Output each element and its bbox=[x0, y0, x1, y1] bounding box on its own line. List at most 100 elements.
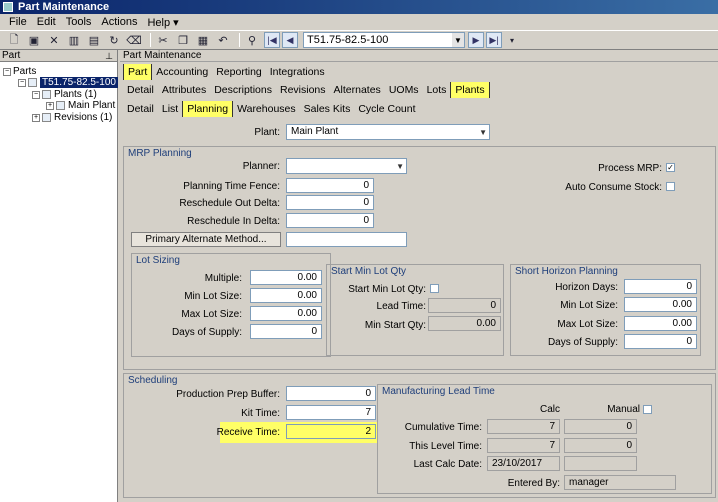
tab-reporting[interactable]: Reporting bbox=[212, 64, 266, 80]
search-icon[interactable]: ⚲ bbox=[244, 32, 260, 48]
lot-multiple-input[interactable]: 0.00 bbox=[250, 270, 322, 285]
toolbar-separator bbox=[150, 33, 151, 47]
manufacturing-lead-time-title: Manufacturing Lead Time bbox=[382, 386, 495, 397]
this-level-time-calc: 7 bbox=[487, 438, 560, 453]
cut-icon[interactable]: ✂ bbox=[155, 32, 171, 48]
tab-plant-detail[interactable]: Detail bbox=[123, 101, 158, 117]
last-record-icon[interactable]: ▶| bbox=[486, 32, 502, 48]
primary-alternate-method-button[interactable]: Primary Alternate Method... bbox=[131, 232, 281, 247]
planner-label: Planner: bbox=[242, 161, 280, 172]
delete-icon[interactable]: ✕ bbox=[46, 32, 62, 48]
tab-part[interactable]: Part bbox=[123, 64, 153, 80]
tab-uoms[interactable]: UOMs bbox=[385, 82, 423, 98]
collapse-icon[interactable]: − bbox=[32, 90, 40, 99]
planning-time-fence-input[interactable]: 0 bbox=[286, 178, 374, 193]
menu-help[interactable]: Help ▾ bbox=[142, 16, 183, 29]
lot-multiple-label: Multiple: bbox=[204, 273, 242, 284]
book-icon[interactable]: ▥ bbox=[66, 32, 82, 48]
toolbar-overflow-icon[interactable]: ▾ bbox=[504, 32, 520, 48]
lot-days-supply-input[interactable]: 0 bbox=[250, 324, 322, 339]
menu-help-label: Help bbox=[147, 16, 171, 29]
tab-plant-list[interactable]: List bbox=[158, 101, 182, 117]
planner-select[interactable]: ▼ bbox=[286, 158, 407, 174]
collapse-icon[interactable]: − bbox=[18, 78, 26, 87]
tab-lots[interactable]: Lots bbox=[423, 82, 451, 98]
short-max-lot-input[interactable]: 0.00 bbox=[624, 316, 697, 331]
menu-actions[interactable]: Actions bbox=[96, 16, 142, 28]
tab-row-part: Detail Attributes Descriptions Revisions… bbox=[120, 81, 490, 99]
tree-main-plant-label: Main Plant bbox=[68, 100, 116, 111]
short-horizon-title: Short Horizon Planning bbox=[515, 266, 618, 277]
receive-time-input[interactable]: 2 bbox=[286, 424, 376, 439]
menu-tools[interactable]: Tools bbox=[61, 16, 97, 28]
undo-icon[interactable]: ↶ bbox=[215, 32, 231, 48]
tab-accounting[interactable]: Accounting bbox=[152, 64, 212, 80]
copy-icon[interactable]: ❐ bbox=[175, 32, 191, 48]
lot-max-size-input[interactable]: 0.00 bbox=[250, 306, 322, 321]
calc-header: Calc bbox=[539, 404, 560, 415]
tab-integrations[interactable]: Integrations bbox=[266, 64, 329, 80]
first-record-icon[interactable]: |◀ bbox=[264, 32, 280, 48]
tab-revisions[interactable]: Revisions bbox=[276, 82, 330, 98]
last-calc-date-label: Last Calc Date: bbox=[413, 459, 482, 470]
production-prep-buffer-input[interactable]: 0 bbox=[286, 386, 376, 401]
paste-icon[interactable]: ▦ bbox=[195, 32, 211, 48]
primary-alternate-method-input[interactable] bbox=[286, 232, 407, 247]
clear-icon[interactable]: ⌫ bbox=[126, 32, 142, 48]
tab-detail[interactable]: Detail bbox=[123, 82, 158, 98]
short-min-lot-input[interactable]: 0.00 bbox=[624, 297, 697, 312]
auto-consume-stock-label: Auto Consume Stock: bbox=[565, 182, 662, 193]
expand-icon[interactable]: + bbox=[32, 113, 40, 122]
tree-main-plant[interactable]: + Main Plant bbox=[46, 100, 115, 111]
new-icon[interactable]: 🗋 bbox=[6, 32, 22, 48]
tab-cycle-count[interactable]: Cycle Count bbox=[354, 101, 419, 117]
kit-time-label: Kit Time: bbox=[241, 408, 280, 419]
kit-time-input[interactable]: 7 bbox=[286, 405, 376, 420]
short-days-supply-label: Days of Supply: bbox=[547, 337, 618, 348]
refresh-icon[interactable]: ↻ bbox=[106, 32, 122, 48]
cumulative-time-label: Cumulative Time: bbox=[404, 422, 482, 433]
next-record-icon[interactable]: ▶ bbox=[468, 32, 484, 48]
collapse-icon[interactable]: − bbox=[3, 67, 11, 76]
tab-attributes[interactable]: Attributes bbox=[158, 82, 210, 98]
reschedule-out-delta-input[interactable]: 0 bbox=[286, 195, 374, 210]
tab-warehouses[interactable]: Warehouses bbox=[233, 101, 300, 117]
tab-descriptions[interactable]: Descriptions bbox=[210, 82, 276, 98]
plant-select[interactable]: Main Plant ▼ bbox=[286, 124, 490, 140]
tree-revisions[interactable]: + Revisions (1) bbox=[32, 112, 112, 123]
lot-max-size-label: Max Lot Size: bbox=[181, 309, 242, 320]
tree-plants-label: Plants (1) bbox=[54, 89, 97, 100]
start-min-lot-qty-checkbox[interactable] bbox=[430, 284, 439, 293]
chevron-down-icon[interactable]: ▼ bbox=[452, 33, 464, 47]
menu-edit[interactable]: Edit bbox=[32, 16, 61, 28]
plant-select-value: Main Plant bbox=[291, 126, 339, 137]
short-days-supply-input[interactable]: 0 bbox=[624, 334, 697, 349]
pin-icon[interactable]: ⊥ bbox=[105, 50, 113, 62]
tab-planning[interactable]: Planning bbox=[182, 101, 234, 117]
start-min-lot-title: Start Min Lot Qty bbox=[331, 266, 407, 277]
reschedule-in-delta-input[interactable]: 0 bbox=[286, 213, 374, 228]
lot-min-size-input[interactable]: 0.00 bbox=[250, 288, 322, 303]
expand-icon[interactable]: + bbox=[46, 101, 54, 110]
tab-alternates[interactable]: Alternates bbox=[330, 82, 385, 98]
tab-sales-kits[interactable]: Sales Kits bbox=[300, 101, 355, 117]
manual-checkbox[interactable] bbox=[643, 405, 652, 414]
menu-file[interactable]: File bbox=[4, 16, 32, 28]
record-navigator[interactable]: T51.75-82.5-100 ▼ bbox=[303, 32, 465, 48]
tree-part[interactable]: − T51.75-82.5-100 bbox=[18, 77, 118, 88]
lot-sizing-group: Lot Sizing bbox=[131, 253, 331, 357]
attach-icon[interactable]: ▤ bbox=[86, 32, 102, 48]
horizon-days-input[interactable]: 0 bbox=[624, 279, 697, 294]
auto-consume-stock-checkbox[interactable] bbox=[666, 182, 675, 191]
tree-plants[interactable]: − Plants (1) bbox=[32, 89, 97, 100]
save-icon[interactable]: ▣ bbox=[26, 32, 42, 48]
tab-row-main: Part Accounting Reporting Integrations bbox=[120, 63, 329, 81]
tab-plants[interactable]: Plants bbox=[450, 82, 490, 98]
receive-time-label: Receive Time: bbox=[216, 427, 280, 438]
plant-icon bbox=[56, 101, 65, 110]
planning-time-fence-label: Planning Time Fence: bbox=[183, 181, 280, 192]
reschedule-out-delta-label: Reschedule Out Delta: bbox=[179, 198, 280, 209]
tree-root[interactable]: − Parts bbox=[3, 66, 36, 77]
process-mrp-checkbox[interactable]: ✓ bbox=[666, 163, 675, 172]
prev-record-icon[interactable]: ◀ bbox=[282, 32, 298, 48]
